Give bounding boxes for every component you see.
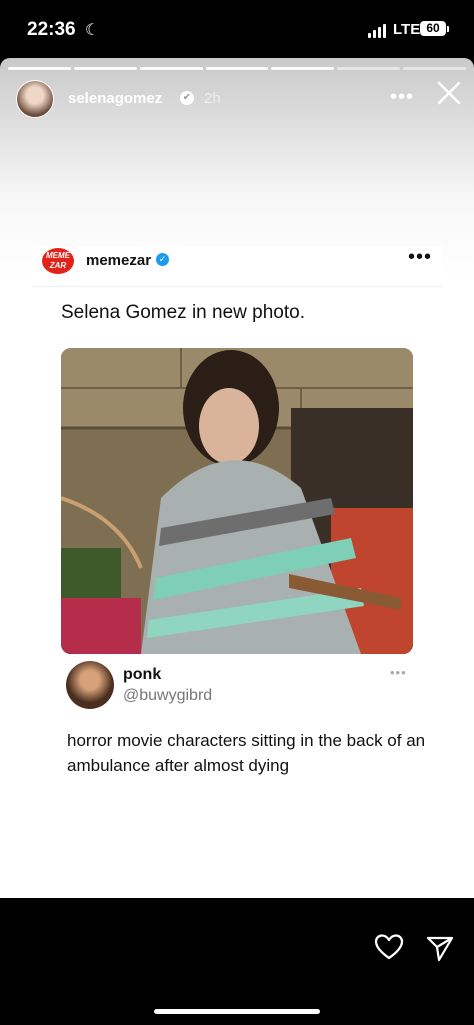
memezar-logo: MEME ZAR bbox=[42, 248, 74, 274]
quote-text: horror movie characters sitting in the b… bbox=[67, 731, 426, 775]
close-icon[interactable] bbox=[436, 80, 462, 106]
progress-segment bbox=[271, 67, 335, 70]
heart-icon[interactable] bbox=[374, 933, 404, 961]
verified-icon: ✔ bbox=[180, 91, 194, 105]
battery-icon: 60 bbox=[420, 21, 446, 36]
story-header: selenagomez ✔ 2h ••• bbox=[0, 80, 474, 120]
send-icon[interactable] bbox=[426, 934, 454, 962]
tweet-card[interactable]: MEME ZAR memezar ✓ ••• Selena Gomez in n… bbox=[32, 246, 442, 775]
verified-icon: ✓ bbox=[156, 253, 169, 266]
progress-segment bbox=[403, 67, 467, 70]
tweet-header: MEME ZAR memezar ✓ ••• bbox=[32, 246, 442, 287]
avatar[interactable] bbox=[66, 661, 114, 709]
progress-segment bbox=[337, 67, 401, 70]
story-progress bbox=[8, 67, 467, 70]
story-time: 2h bbox=[204, 90, 221, 107]
signal-icon bbox=[368, 24, 386, 38]
photo-illustration bbox=[61, 348, 413, 654]
more-icon[interactable]: ••• bbox=[408, 246, 432, 269]
moon-icon: ☾ bbox=[85, 22, 100, 39]
progress-segment bbox=[73, 67, 137, 70]
story-viewer[interactable]: selenagomez ✔ 2h ••• MEME ZAR memezar ✓ … bbox=[0, 58, 474, 898]
story-username[interactable]: selenagomez bbox=[68, 90, 162, 107]
tweet-account[interactable]: memezar bbox=[86, 252, 151, 269]
more-icon[interactable]: ••• bbox=[390, 665, 407, 680]
progress-segment bbox=[8, 67, 71, 70]
status-time: 22:36 bbox=[27, 19, 76, 40]
more-icon[interactable]: ••• bbox=[390, 86, 414, 109]
progress-segment bbox=[205, 67, 269, 70]
tweet-photo[interactable] bbox=[61, 348, 413, 654]
progress-segment bbox=[139, 67, 203, 70]
battery-tip bbox=[447, 26, 449, 32]
avatar[interactable] bbox=[16, 80, 54, 118]
home-indicator[interactable] bbox=[154, 1009, 320, 1014]
tweet-text: Selena Gomez in new photo. bbox=[61, 302, 305, 323]
quote-handle[interactable]: @buwygibrd bbox=[123, 687, 212, 705]
quote-name[interactable]: ponk bbox=[123, 666, 161, 684]
status-bar: 22:36 ☾ LTE 60 bbox=[0, 0, 474, 60]
network-label: LTE bbox=[393, 21, 421, 38]
